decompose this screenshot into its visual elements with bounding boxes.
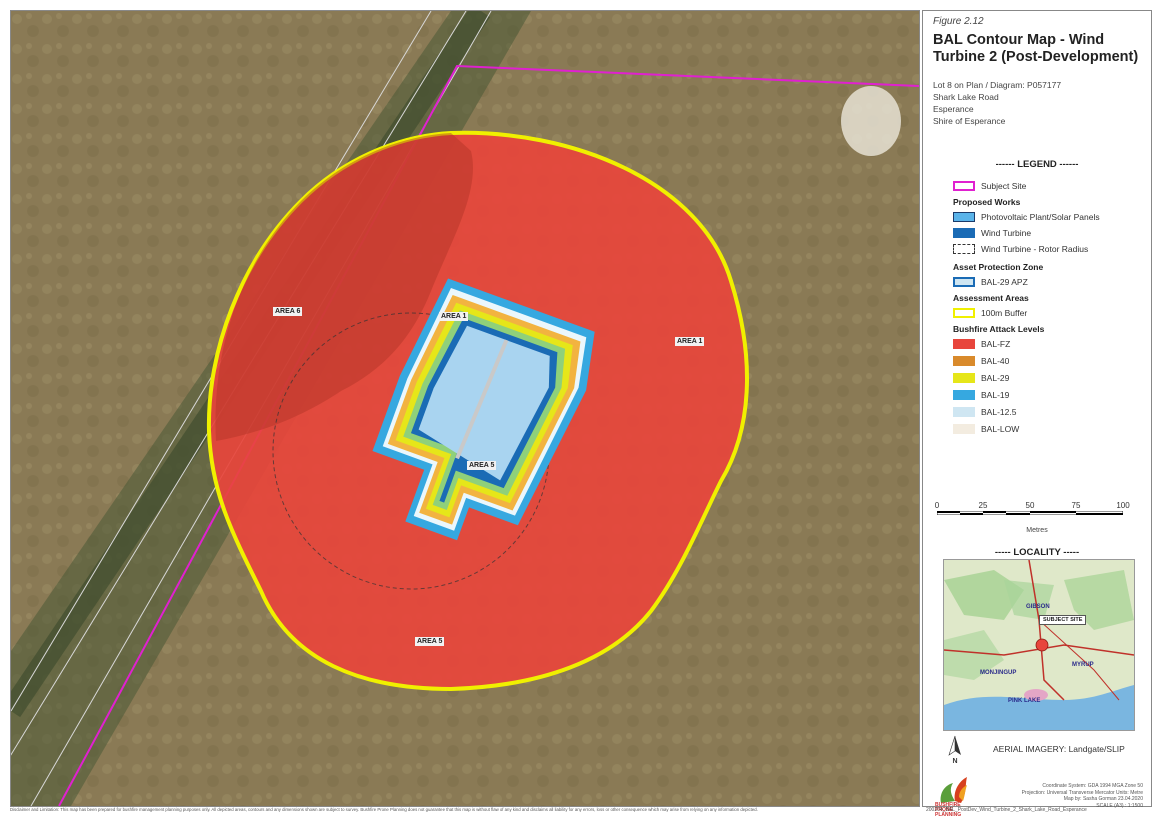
address-line: Esperance bbox=[933, 104, 974, 114]
legend-label: Wind Turbine bbox=[981, 228, 1032, 238]
bal-19-swatch bbox=[953, 390, 975, 400]
bal-29-swatch bbox=[953, 373, 975, 383]
legend-label: BAL-19 bbox=[981, 390, 1010, 400]
locality-place: GIBSON bbox=[1026, 604, 1050, 610]
scale-tick: 0 bbox=[934, 501, 940, 510]
legend-heading-bal: Bushfire Attack Levels bbox=[953, 324, 1045, 334]
scale-tick: 50 bbox=[1025, 501, 1035, 510]
address-line: Shire of Esperance bbox=[933, 116, 1006, 126]
legend-rotor-radius: Wind Turbine - Rotor Radius bbox=[953, 243, 1088, 255]
bal-low-swatch bbox=[953, 424, 975, 434]
legend-bal-19: BAL-19 bbox=[953, 389, 1009, 401]
apz-swatch bbox=[953, 277, 975, 287]
coordinate-info: Coordinate System: GDA 1994 MGA Zone 50 … bbox=[1022, 783, 1143, 809]
scale-unit: Metres bbox=[1026, 527, 1048, 534]
legend-label: BAL-40 bbox=[981, 356, 1010, 366]
subject-site-callout: SUBJECT SITE bbox=[1039, 615, 1087, 625]
subject-site-swatch bbox=[953, 181, 975, 191]
address-block: Lot 8 on Plan / Diagram: P057177 Shark L… bbox=[933, 79, 1061, 127]
side-panel: Figure 2.12 BAL Contour Map - Wind Turbi… bbox=[922, 10, 1152, 818]
legend-label: Subject Site bbox=[981, 181, 1027, 191]
map-label-area-5-inner: AREA 5 bbox=[467, 461, 497, 470]
legend-buffer: 100m Buffer bbox=[953, 307, 1027, 319]
scale-bar bbox=[937, 511, 1123, 515]
locality-place: MONJINGUP bbox=[980, 670, 1017, 676]
legend-label: 100m Buffer bbox=[981, 308, 1028, 318]
map-title: BAL Contour Map - Wind Turbine 2 (Post-D… bbox=[933, 32, 1139, 65]
aerial-imagery-credit: AERIAL IMAGERY: Landgate/SLIP bbox=[993, 744, 1125, 754]
legend-wind-turbine: Wind Turbine bbox=[953, 227, 1031, 239]
address-line: Shark Lake Road bbox=[933, 92, 999, 102]
locality-place: MYRUP bbox=[1072, 662, 1094, 668]
legend-photovoltaic: Photovoltaic Plant/Solar Panels bbox=[953, 211, 1100, 223]
bal-fz-swatch bbox=[953, 339, 975, 349]
bushfire-prone-planning-logo-icon bbox=[940, 777, 967, 803]
legend-heading-apz: Asset Protection Zone bbox=[953, 262, 1044, 272]
legend-subject-site: Subject Site bbox=[953, 180, 1026, 192]
legend-label: BAL-LOW bbox=[981, 424, 1020, 434]
legend-label: BAL-29 APZ bbox=[981, 277, 1028, 287]
cleared-patch bbox=[841, 86, 901, 156]
map-label-area-6: AREA 6 bbox=[273, 307, 303, 316]
scale-tick: 25 bbox=[978, 501, 988, 510]
address-line: Lot 8 on Plan / Diagram: P057177 bbox=[933, 80, 1062, 90]
legend-bal-40: BAL-40 bbox=[953, 355, 1009, 367]
legend-apz: BAL-29 APZ bbox=[953, 276, 1028, 288]
north-label: N bbox=[952, 758, 957, 765]
locality-map: SUBJECT SITE GIBSON MONJINGUP MYRUP PINK… bbox=[943, 559, 1135, 731]
map-label-area-5-outer: AREA 5 bbox=[415, 637, 445, 646]
map-label-area-1-inner: AREA 1 bbox=[439, 312, 469, 321]
disclaimer: Disclaimer and Limitation: This map has … bbox=[10, 807, 758, 812]
figure-number: Figure 2.12 bbox=[933, 16, 984, 27]
bal-40-swatch bbox=[953, 356, 975, 366]
legend-label: BAL-29 bbox=[981, 373, 1010, 383]
legend-label: Wind Turbine - Rotor Radius bbox=[981, 244, 1089, 254]
photovoltaic-swatch bbox=[953, 212, 975, 222]
north-arrow-icon: N bbox=[948, 735, 961, 765]
locality-place: PINK LAKE bbox=[1008, 698, 1041, 704]
file-name: 200204_BAL_PostDev_Wind_Turbine_2_Shark_… bbox=[926, 807, 1087, 813]
locality-svg bbox=[944, 560, 1134, 730]
legend-label: Photovoltaic Plant/Solar Panels bbox=[981, 212, 1100, 222]
locality-title: ----- LOCALITY ----- bbox=[994, 547, 1080, 558]
legend-heading-assessment: Assessment Areas bbox=[953, 293, 1029, 303]
buffer-swatch bbox=[953, 308, 975, 318]
legend-bal-29: BAL-29 bbox=[953, 372, 1009, 384]
map-svg bbox=[11, 11, 919, 806]
scale-tick: 75 bbox=[1071, 501, 1081, 510]
rotor-radius-swatch bbox=[953, 244, 975, 254]
legend-title: ------ LEGEND ------ bbox=[995, 159, 1079, 170]
legend-heading-proposed-works: Proposed Works bbox=[953, 197, 1021, 207]
legend-bal-12-5: BAL-12.5 bbox=[953, 406, 1016, 418]
map-label-area-1-outer: AREA 1 bbox=[675, 337, 705, 346]
legend-label: BAL-FZ bbox=[981, 339, 1011, 349]
subject-site-marker bbox=[1035, 638, 1049, 652]
bal-12-5-swatch bbox=[953, 407, 975, 417]
wind-turbine-swatch bbox=[953, 228, 975, 238]
scale-tick: 100 bbox=[1116, 501, 1130, 510]
legend-bal-low: BAL-LOW bbox=[953, 423, 1019, 435]
legend-bal-fz: BAL-FZ bbox=[953, 338, 1010, 350]
legend-label: BAL-12.5 bbox=[981, 407, 1017, 417]
map-canvas[interactable]: AREA 6 AREA 1 AREA 1 AREA 5 AREA 5 bbox=[10, 10, 920, 807]
